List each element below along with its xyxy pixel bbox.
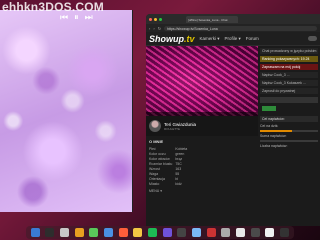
chat-message: Napisz Cook_3 ... xyxy=(260,72,318,78)
dock-app-icon[interactable] xyxy=(74,228,84,237)
dock-app-icon[interactable] xyxy=(104,228,114,237)
nav-profile[interactable]: Profile ▾ xyxy=(225,36,241,42)
watermark: ehhkn3DOS.COM xyxy=(2,0,104,14)
url-input[interactable]: https://showup.tv/Sosenka_Luna xyxy=(164,25,317,31)
tips-header: Cel napiwków: xyxy=(260,116,318,122)
profile-name: Teri Gwiazdunia xyxy=(164,121,197,127)
close-window-icon[interactable] xyxy=(149,17,152,21)
sum-label: Suma napiwków: xyxy=(260,134,287,138)
dock-app-icon[interactable] xyxy=(162,228,172,237)
chat-message: Ranking pokazywanych: 19.24 xyxy=(260,56,318,62)
dock-app-icon[interactable] xyxy=(221,228,231,237)
browser-tab[interactable]: [offline] Sosenka_Luna - Chat xyxy=(186,15,238,23)
dock-app-icon[interactable] xyxy=(236,228,246,237)
chat-column: Chat prowadzony w języku polskim Ranking… xyxy=(258,46,320,193)
dock-app-icon[interactable] xyxy=(192,228,202,237)
tab-bar: [offline] Sosenka_Luna - Chat xyxy=(146,14,320,24)
chat-input[interactable] xyxy=(260,97,318,103)
site-header: Showup.tv Kamerki ▾ Profile ▾ Forum xyxy=(146,32,320,46)
chat-message: Napisz Cook_3 Kukaszek ... xyxy=(260,80,318,86)
dock-app-icon[interactable] xyxy=(250,228,260,237)
theme-toggle[interactable] xyxy=(308,36,317,41)
sum-progress xyxy=(260,140,318,142)
profile-row: Teri Gwiazdunia ROULETTE xyxy=(146,116,258,136)
dock-app-icon[interactable] xyxy=(133,228,143,237)
dock-app-icon[interactable] xyxy=(279,228,289,237)
zoom-window-icon[interactable] xyxy=(159,17,162,21)
player-controls-bar[interactable] xyxy=(146,112,258,116)
tips-section: Cel napiwków: Cel na dziś: Suma napiwków… xyxy=(260,116,318,148)
dock-app-icon[interactable] xyxy=(118,228,128,237)
video-frame xyxy=(0,10,132,212)
dock-app-icon[interactable] xyxy=(89,228,99,237)
about-table: Płeć Kobieta Kolor oczu green Kolor włosów… xyxy=(149,146,190,186)
table-row: Miasto łódź xyxy=(149,181,182,186)
chat-message: Chat prowadzony w języku polskim xyxy=(260,48,318,54)
nav-kamerki[interactable]: Kamerki ▾ xyxy=(200,36,220,42)
dock-app-icon[interactable] xyxy=(60,228,70,237)
dock-app-icon[interactable] xyxy=(45,228,55,237)
dock-app-icon[interactable] xyxy=(265,228,275,237)
dock-app-icon[interactable] xyxy=(148,228,158,237)
about-heading: O MNIE xyxy=(149,139,164,144)
video-preview-window[interactable]: ⏮ ⏸ ⏭ xyxy=(0,10,133,212)
site-logo[interactable]: Showup.tv xyxy=(149,34,195,44)
address-bar-row: ‹ › ↻ https://showup.tv/Sosenka_Luna xyxy=(146,24,320,32)
page-content: Teri Gwiazdunia ROULETTE O MNIE Płeć Kobi… xyxy=(146,46,320,193)
back-icon[interactable]: ‹ xyxy=(149,26,150,31)
profile-subtitle: ROULETTE xyxy=(164,126,181,131)
menu-link[interactable]: MENU ▾ xyxy=(146,189,258,193)
main-column: Teri Gwiazdunia ROULETTE O MNIE Płeć Kobi… xyxy=(146,46,258,193)
avatar[interactable] xyxy=(149,120,161,132)
dock-app-icon[interactable] xyxy=(30,228,40,237)
dock xyxy=(26,226,294,239)
tip-button[interactable] xyxy=(262,106,276,111)
minimize-window-icon[interactable] xyxy=(154,17,157,21)
stream-player[interactable] xyxy=(146,46,258,116)
goal-progress xyxy=(260,130,318,132)
goal-label: Cel na dziś: xyxy=(260,124,279,128)
about-section: O MNIE Płeć Kobieta Kolor oczu green Kolor… xyxy=(146,136,258,189)
chat-message: Zaprosił do prywatnej xyxy=(260,88,318,94)
goal-progress-fill xyxy=(260,130,292,132)
nav-forum[interactable]: Forum xyxy=(246,36,259,41)
forward-icon[interactable]: › xyxy=(153,26,154,31)
last-label: Liczba napiwków: xyxy=(260,144,288,148)
dock-app-icon[interactable] xyxy=(206,228,216,237)
browser-window: [offline] Sosenka_Luna - Chat ‹ › ↻ http… xyxy=(146,14,320,226)
reload-icon[interactable]: ↻ xyxy=(158,26,161,31)
dock-app-icon[interactable] xyxy=(177,228,187,237)
chat-message: Zapraszam na mój pokój xyxy=(260,64,318,70)
